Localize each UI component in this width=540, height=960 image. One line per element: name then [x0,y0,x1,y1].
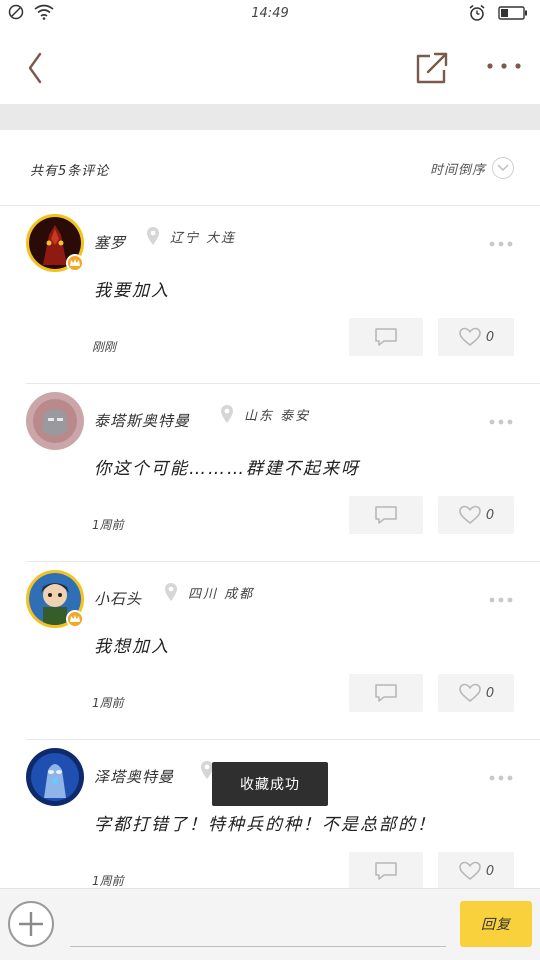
sort-order-button[interactable]: 时间倒序 [430,154,514,182]
more-icon [489,775,513,781]
more-icon [489,419,513,425]
avatar[interactable] [26,748,84,806]
share-icon [416,52,448,84]
like-button[interactable]: 0 [438,674,514,712]
comment-username[interactable]: 泰塔斯奥特曼 [94,410,190,431]
more-button[interactable] [482,56,526,76]
comment-time: 1周前 [92,518,124,532]
toast-message: 收藏成功 [212,762,328,806]
comment-more-button[interactable] [488,412,514,425]
location-text: 四川 成都 [188,586,255,602]
more-icon [489,241,513,247]
location-text: 山东 泰安 [244,408,311,424]
comment-content: 你这个可能………群建不起来呀 [94,459,360,479]
share-button[interactable] [412,48,452,88]
reply-bar: 回复 [0,888,540,960]
vip-crown-icon [66,610,84,628]
comment-username[interactable]: 泽塔奥特曼 [94,766,174,787]
status-right-icons [468,4,528,22]
reply-button[interactable] [349,496,423,534]
like-count: 0 [485,329,495,345]
chat-bubble-icon [375,684,397,702]
comment-time: 1周前 [92,696,124,710]
comment-item: 塞罗 辽宁 大连 我要加入 刚刚 0 [0,206,540,384]
status-time: 14:49 [251,6,289,21]
battery-icon [498,6,527,20]
comment-location: 辽宁 大连 [146,226,236,246]
comment-more-button[interactable] [488,768,514,781]
comment-item: 小石头 四川 成都 我想加入 1周前 0 [0,562,540,740]
comment-username[interactable]: 小石头 [94,588,142,609]
reply-button[interactable] [349,852,423,890]
submit-reply-button[interactable]: 回复 [460,901,532,947]
plus-icon [19,912,43,936]
like-count: 0 [485,863,495,879]
location-pin-icon [147,227,159,245]
section-divider-band [0,104,540,130]
reply-button[interactable] [349,674,423,712]
more-icon [489,597,513,603]
alarm-icon [469,4,485,21]
like-button[interactable]: 0 [438,318,514,356]
like-button[interactable]: 0 [438,496,514,534]
comment-content: 字都打错了！特种兵的种！不是总部的！ [94,815,436,835]
more-icon [487,63,521,69]
like-button[interactable]: 0 [438,852,514,890]
comment-time: 1周前 [92,874,124,888]
nav-header [0,28,540,104]
chat-bubble-icon [375,862,397,880]
like-count: 0 [485,507,495,523]
comment-content: 我要加入 [94,281,170,301]
heart-icon [459,327,481,347]
comment-more-button[interactable] [488,590,514,603]
comments-header: 共有5条评论 时间倒序 [0,130,540,206]
heart-icon [459,861,481,881]
comment-username[interactable]: 塞罗 [94,232,126,253]
like-count: 0 [485,685,495,701]
status-bar: 14:49 [0,0,540,28]
reply-button[interactable] [349,318,423,356]
heart-icon [459,683,481,703]
back-button[interactable] [22,48,52,88]
location-pin-icon [165,583,177,601]
add-attachment-button[interactable] [8,901,54,947]
comment-time: 刚刚 [92,340,117,354]
chat-bubble-icon [375,328,397,346]
chevron-down-icon [492,157,514,179]
chat-bubble-icon [375,506,397,524]
comment-content: 我想加入 [94,637,170,657]
sort-order-label: 时间倒序 [429,162,486,178]
comment-item: 泰塔斯奥特曼 山东 泰安 你这个可能………群建不起来呀 1周前 0 [0,384,540,562]
location-pin-icon [221,405,233,423]
comment-location: 山东 泰安 [220,404,310,424]
chevron-left-icon [28,52,42,84]
location-text: 辽宁 大连 [170,230,237,246]
avatar[interactable] [26,392,84,450]
comment-location: 四川 成都 [164,582,254,602]
vip-crown-icon [66,254,84,272]
comment-count-label: 共有5条评论 [30,164,110,179]
comment-more-button[interactable] [488,234,514,247]
heart-icon [459,505,481,525]
reply-input[interactable] [70,909,446,947]
